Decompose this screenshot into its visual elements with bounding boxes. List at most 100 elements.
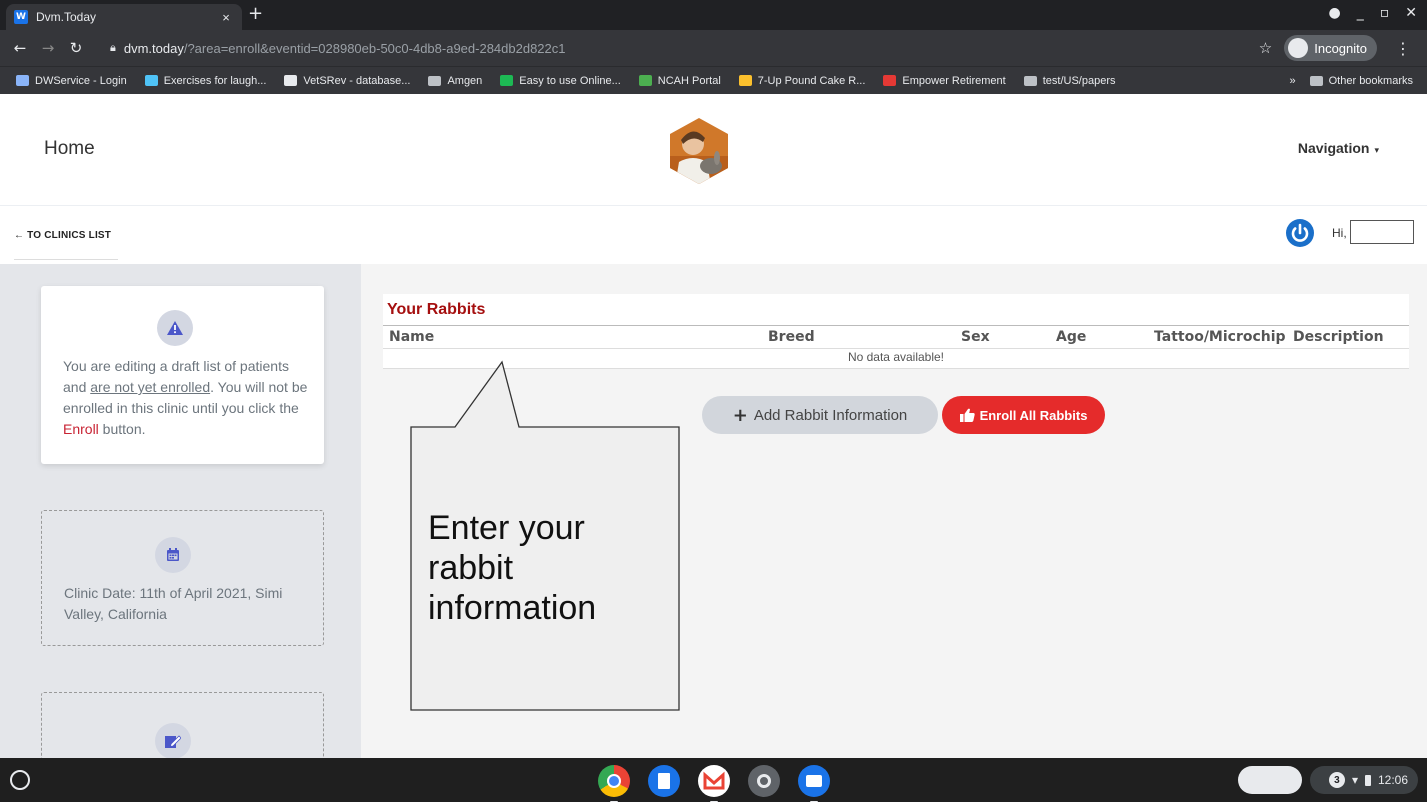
bookmark-label: Easy to use Online... (519, 74, 621, 87)
column-header[interactable]: Name (389, 329, 434, 345)
bookmark-favicon-icon (638, 75, 652, 86)
clinic-date-text: Clinic Date: 11th of April 2021, Simi Va… (64, 585, 283, 622)
folder-icon (1309, 75, 1323, 86)
bookmark-favicon-icon (144, 75, 158, 86)
logout-power-icon[interactable] (1285, 218, 1315, 248)
os-shelf: 3 ▾ 12:06 (0, 758, 1427, 802)
clinic-date-card: Clinic Date: 11th of April 2021, Simi Va… (41, 510, 324, 646)
url-host: dvm.today (123, 40, 184, 56)
bookmark-favicon-icon (738, 75, 752, 86)
column-header[interactable]: Age (1056, 329, 1086, 345)
bookmark-label: DWService - Login (35, 74, 127, 87)
folder-icon (1023, 75, 1037, 86)
bookmark-label: test/US/papers (1042, 74, 1116, 87)
bookmark-item[interactable]: Easy to use Online... (500, 75, 621, 87)
site-logo-icon[interactable] (667, 116, 731, 186)
add-rabbit-button[interactable]: + Add Rabbit Information (702, 396, 938, 434)
omnibox-actions: ☆ Incognito ⋮ (1259, 34, 1417, 62)
address-bar[interactable]: 🔒︎ dvm.today /?area=enroll&eventid=02898… (110, 34, 1417, 62)
bookmark-label: Empower Retirement (902, 74, 1006, 87)
bookmarks-list: DWService - Login Exercises for laugh... V… (16, 75, 1133, 87)
enroll-all-label: Enroll All Rabbits (979, 407, 1088, 423)
bookmarks-bar-right: » Other bookmarks (1290, 67, 1414, 94)
bookmark-item[interactable]: Amgen (428, 75, 482, 87)
bookmark-favicon-icon (883, 75, 897, 86)
restore-icon[interactable]: ▫ (1380, 5, 1390, 21)
back-to-clinics-link[interactable]: ← TO CLINICS LIST (14, 230, 118, 260)
url-path: /?area=enroll&eventid=028980eb-50c0-4db8… (183, 40, 566, 56)
edit-form-icon (155, 723, 191, 758)
user-name-box (1350, 220, 1414, 244)
bookmark-item[interactable]: NCAH Portal (638, 74, 721, 87)
browser-tab[interactable]: W Dvm.Today × (6, 4, 242, 30)
bookmark-item[interactable]: Exercises for laugh... (144, 74, 267, 87)
bookmark-label: VetSRev - database... (303, 74, 411, 87)
incognito-profile-button[interactable]: Incognito (1284, 35, 1377, 61)
lock-icon: 🔒︎ (110, 41, 116, 54)
browser-toolbar: ← → ↻ 🔒︎ dvm.today /?area=enroll&eventid… (0, 30, 1427, 66)
calendar-icon (155, 537, 191, 573)
chrome-app-icon[interactable] (598, 765, 630, 802)
rabbits-table: Your Rabbits Name Breed Sex Age Tattoo/M… (383, 294, 1409, 369)
other-bookmarks[interactable]: Other bookmarks (1309, 74, 1413, 87)
site-header: Home Navigation ▾ (0, 94, 1427, 206)
enroll-all-button[interactable]: Enroll All Rabbits (942, 396, 1105, 434)
callout-text: Enter your rabbit information (428, 509, 597, 627)
bookmark-item[interactable]: 7-Up Pound Cake R... (738, 74, 866, 87)
incognito-icon (1288, 38, 1309, 58)
bookmark-favicon-icon (16, 75, 29, 86)
back-arrow-icon[interactable]: ← (6, 39, 34, 57)
tab-close-icon[interactable]: × (218, 10, 234, 25)
bookmark-label: 7-Up Pound Cake R... (757, 74, 866, 87)
bookmark-item[interactable]: Empower Retirement (883, 74, 1006, 87)
battery-icon (1364, 774, 1371, 786)
column-header[interactable]: Sex (961, 329, 990, 345)
bookmarks-overflow-icon[interactable]: » (1290, 75, 1296, 87)
empty-table-message: No data available! (847, 350, 945, 364)
input-method-icon[interactable] (1238, 766, 1302, 794)
bookmark-favicon-icon (284, 75, 298, 86)
close-window-icon[interactable]: ✕ (1405, 5, 1417, 21)
other-bookmarks-label: Other bookmarks (1328, 74, 1413, 87)
site-favicon-icon: W (14, 10, 28, 24)
window-controls: ● _ ▫ ✕ (1329, 5, 1417, 21)
bookmark-item[interactable]: test/US/papers (1023, 74, 1116, 87)
browser-tab-strip: W Dvm.Today × + ● _ ▫ ✕ (0, 0, 1427, 30)
table-header: Name Breed Sex Age Tattoo/Microchip Desc… (383, 325, 1409, 349)
bookmark-label: NCAH Portal (657, 74, 721, 87)
draft-warning-text: You are editing a draft list of patients… (63, 356, 313, 440)
tab-search-icon[interactable]: ● (1329, 5, 1341, 21)
sidebar: You are editing a draft list of patients… (0, 264, 361, 758)
minimize-icon[interactable]: _ (1357, 5, 1364, 21)
column-header[interactable]: Tattoo/Microchip (1154, 329, 1286, 345)
files-app-icon[interactable] (798, 765, 830, 802)
launcher-icon[interactable] (10, 770, 30, 790)
thumbs-up-icon (959, 408, 975, 422)
navigation-label: Navigation (1297, 140, 1370, 156)
new-tab-button[interactable]: + (248, 3, 263, 24)
docs-app-icon[interactable] (648, 765, 680, 797)
gmail-app-icon[interactable] (698, 765, 730, 802)
clock: 12:06 (1377, 773, 1408, 787)
bookmark-item[interactable]: DWService - Login (16, 75, 127, 87)
browser-menu-icon[interactable]: ⋮ (1389, 39, 1417, 58)
column-header[interactable]: Breed (768, 329, 815, 345)
settings-app-icon[interactable] (748, 765, 780, 797)
pinned-apps (598, 765, 830, 802)
tab-title: Dvm.Today (36, 10, 97, 24)
bookmark-item[interactable]: VetSRev - database... (284, 75, 410, 87)
caret-down-icon: ▾ (1374, 146, 1379, 156)
forward-arrow-icon[interactable]: → (34, 39, 62, 57)
column-header[interactable]: Description (1293, 329, 1384, 345)
warning-text-part: button. (98, 421, 146, 437)
status-tray[interactable]: 3 ▾ 12:06 (1310, 766, 1418, 794)
signature-card (41, 692, 324, 758)
plus-icon: + (732, 404, 748, 426)
bookmark-label: Exercises for laugh... (163, 74, 267, 87)
navigation-dropdown[interactable]: Navigation ▾ (1298, 140, 1379, 156)
bookmarks-bar: DWService - Login Exercises for laugh... V… (0, 66, 1427, 94)
bookmark-star-icon[interactable]: ☆ (1259, 39, 1272, 57)
wifi-icon: ▾ (1351, 773, 1358, 787)
home-link[interactable]: Home (44, 138, 95, 160)
reload-icon[interactable]: ↻ (62, 39, 90, 57)
